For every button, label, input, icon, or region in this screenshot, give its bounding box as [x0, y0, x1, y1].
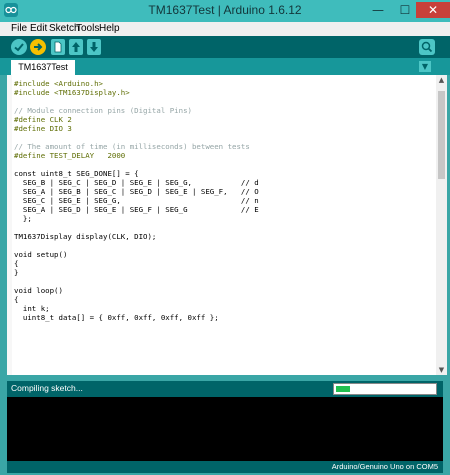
menu-tools[interactable]: Tools: [76, 23, 99, 34]
new-icon[interactable]: [51, 39, 65, 55]
scroll-up-icon[interactable]: ▲: [436, 75, 447, 85]
code-line: {: [14, 259, 19, 268]
verify-icon[interactable]: [11, 39, 27, 55]
menu-edit[interactable]: Edit: [30, 23, 47, 34]
close-button[interactable]: ✕: [416, 2, 450, 18]
scroll-down-icon[interactable]: ▼: [436, 365, 447, 375]
code-line: #define DIO 3: [14, 124, 72, 133]
code-line: #define TEST_DELAY 2000: [14, 151, 126, 160]
code-line: #include <Arduino.h>: [14, 79, 103, 88]
status-bar: Compiling sketch...: [7, 381, 443, 397]
code-line: SEG_B | SEG_C | SEG_D | SEG_E | SEG_G, /…: [14, 178, 259, 187]
code-line: TM1637Display display(CLK, DIO);: [14, 232, 157, 241]
compile-progress-bar: [333, 383, 437, 395]
code-line: };: [14, 214, 32, 223]
board-status-bar: Arduino/Genuino Uno on COM5: [7, 461, 443, 473]
title-bar: TM1637Test | Arduino 1.6.12 — ☐ ✕: [0, 0, 450, 23]
code-line: uint8_t data[] = { 0xff, 0xff, 0xff, 0xf…: [14, 313, 219, 322]
code-line: #define CLK 2: [14, 115, 72, 124]
toolbar: [0, 36, 450, 58]
tab-strip: TM1637Test ▼: [0, 58, 450, 75]
upload-icon[interactable]: [30, 39, 46, 55]
code-line: // Module connection pins (Digital Pins): [14, 106, 192, 115]
tab-menu-dropdown-icon[interactable]: ▼: [419, 61, 431, 72]
code-line: const uint8_t SEG_DONE[] = {: [14, 169, 139, 178]
magnifier-icon[interactable]: [419, 39, 435, 55]
code-line: int k;: [14, 304, 50, 313]
scrollbar-thumb[interactable]: [438, 91, 445, 179]
arduino-ide-window: TM1637Test | Arduino 1.6.12 — ☐ ✕ File E…: [0, 0, 450, 475]
code-line: {: [14, 295, 19, 304]
code-line: SEG_A | SEG_B | SEG_C | SEG_D | SEG_E | …: [14, 187, 259, 196]
menu-bar: File Edit Sketch Tools Help: [0, 22, 450, 36]
console-output[interactable]: [7, 397, 443, 461]
maximize-button[interactable]: ☐: [392, 2, 418, 18]
save-icon[interactable]: [87, 39, 101, 55]
code-line: SEG_C | SEG_E | SEG_G, // n: [14, 196, 259, 205]
minimize-button[interactable]: —: [365, 2, 391, 18]
menu-sketch[interactable]: Sketch: [49, 23, 80, 34]
board-port-text: Arduino/Genuino Uno on COM5: [331, 462, 438, 471]
open-icon[interactable]: [69, 39, 83, 55]
menu-help[interactable]: Help: [99, 23, 120, 34]
menu-file[interactable]: File: [11, 23, 27, 34]
editor-scrollbar[interactable]: ▲ ▼: [436, 75, 447, 375]
code-text[interactable]: #include <Arduino.h> #include <TM1637Dis…: [14, 79, 259, 322]
code-line: }: [14, 268, 19, 277]
tab-tm1637test[interactable]: TM1637Test: [11, 60, 75, 75]
progress-fill: [336, 386, 350, 392]
code-line: #include <TM1637Display.h>: [14, 88, 130, 97]
code-line: void loop(): [14, 286, 63, 295]
editor-gutter: [7, 75, 12, 375]
code-line: // The amount of time (in milliseconds) …: [14, 142, 250, 151]
code-editor[interactable]: #include <Arduino.h> #include <TM1637Dis…: [7, 75, 436, 375]
status-text: Compiling sketch...: [11, 383, 83, 393]
code-line: SEG_A | SEG_D | SEG_E | SEG_F | SEG_G //…: [14, 205, 259, 214]
code-line: void setup(): [14, 250, 68, 259]
